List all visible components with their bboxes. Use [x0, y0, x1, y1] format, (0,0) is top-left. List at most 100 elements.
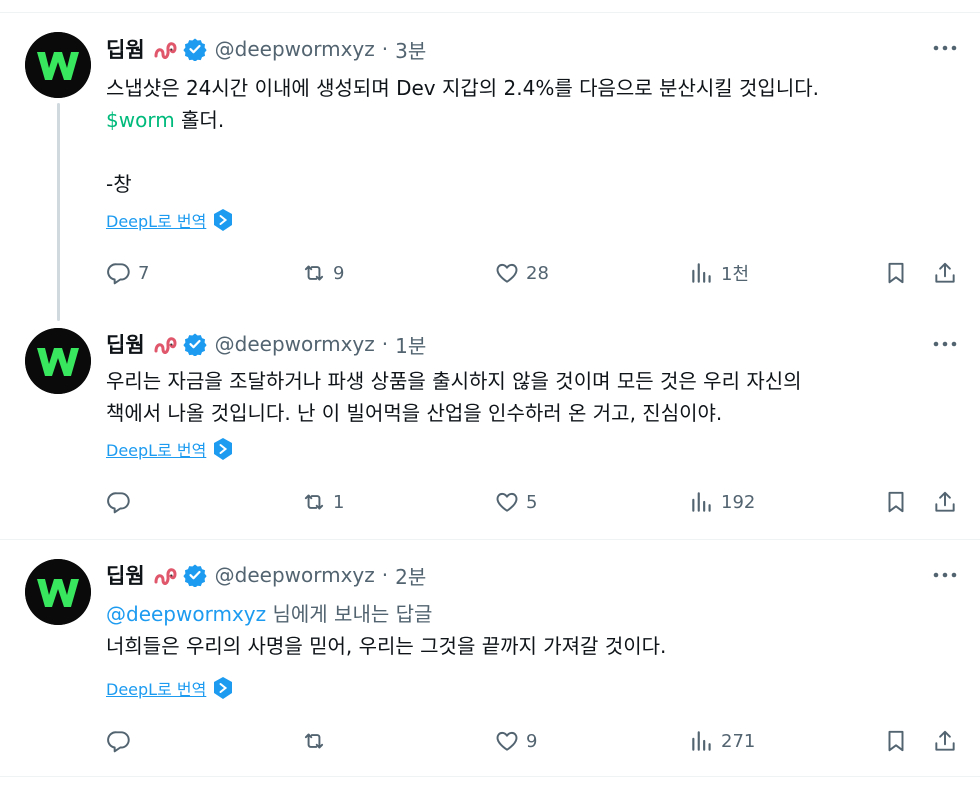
verified-badge-icon[interactable] [183, 37, 207, 61]
tweet-actions: 7 9 28 1천 [106, 259, 966, 287]
view-count: 192 [721, 491, 756, 513]
like-count: 28 [526, 262, 549, 284]
like-icon [496, 731, 518, 751]
retweet-count: 9 [333, 262, 345, 284]
retweet-count: 1 [333, 491, 345, 513]
retweet-icon [304, 733, 324, 749]
timestamp[interactable]: 3분 [395, 35, 426, 64]
view-count: 1천 [721, 264, 750, 285]
worm-emoji-icon [153, 36, 179, 62]
tweet-line: 우리는 자금을 조달하거나 파생 상품을 출시하지 않을 것이며 모든 것은 우… [106, 369, 802, 393]
mention-link[interactable]: @deepwormxyz [106, 602, 266, 626]
more-icon [933, 341, 957, 347]
share-icon [935, 730, 955, 751]
avatar[interactable] [25, 559, 91, 625]
divider [0, 539, 980, 540]
share-icon [935, 491, 955, 512]
views-button[interactable]: 271 [689, 727, 755, 755]
top-divider [0, 12, 980, 13]
reply-button[interactable] [106, 488, 138, 516]
reply-icon [107, 731, 130, 753]
display-name[interactable]: 딥웜 [106, 560, 145, 590]
more-icon [933, 572, 957, 578]
tweet-text: 우리는 자금을 조달하거나 파생 상품을 출시하지 않을 것이며 모든 것은 우… [106, 365, 966, 429]
tweet-header: 딥웜 @deepwormxyz · 2분 [106, 561, 426, 589]
tweet-text: @deepwormxyz 님에게 보내는 답글 너희들은 우리의 사명을 믿어,… [106, 598, 966, 662]
translate-label[interactable]: DeepL로 번역 [106, 676, 206, 700]
thread-connector [57, 103, 60, 321]
bookmark-icon [888, 730, 904, 752]
reply-count: 7 [138, 262, 150, 284]
tweet-line: 너희들은 우리의 사명을 믿어, 우리는 그것을 끝까지 가져갈 것이다. [106, 634, 667, 658]
reply-button[interactable] [106, 727, 138, 755]
like-button[interactable]: 5 [494, 488, 537, 516]
like-count: 9 [526, 730, 538, 752]
more-button[interactable] [930, 38, 960, 58]
reply-button[interactable]: 7 [106, 259, 149, 287]
display-name[interactable]: 딥웜 [106, 34, 145, 64]
avatar[interactable] [25, 32, 91, 98]
worm-logo-icon [25, 328, 91, 394]
tweet-actions: 9 271 [106, 727, 966, 755]
more-icon [933, 45, 957, 51]
more-button[interactable] [930, 565, 960, 585]
translate-link[interactable]: DeepL로 번역 [106, 207, 234, 233]
deepl-icon [212, 437, 234, 461]
reply-icon [107, 492, 130, 514]
like-button[interactable]: 28 [494, 259, 549, 287]
worm-emoji-icon [153, 331, 179, 357]
handle[interactable]: @deepwormxyz [215, 37, 375, 61]
worm-logo-icon [25, 559, 91, 625]
translate-link[interactable]: DeepL로 번역 [106, 436, 234, 462]
bookmark-icon [888, 262, 904, 284]
verified-badge-icon[interactable] [183, 563, 207, 587]
tweet-actions: 1 5 192 [106, 488, 966, 516]
like-count: 5 [526, 491, 538, 513]
retweet-button[interactable]: 9 [301, 259, 344, 287]
reply-context: @deepwormxyz 님에게 보내는 답글 [106, 598, 966, 630]
tweet-text: 스냅샷은 24시간 이내에 생성되며 Dev 지갑의 2.4%를 다음으로 분산… [106, 72, 966, 200]
deepl-icon [212, 208, 234, 232]
views-button[interactable]: 192 [689, 488, 755, 516]
more-button[interactable] [930, 334, 960, 354]
views-icon [692, 263, 711, 283]
divider [0, 776, 980, 777]
translate-label[interactable]: DeepL로 번역 [106, 208, 206, 232]
tweet-header: 딥웜 @deepwormxyz · 1분 [106, 330, 426, 358]
handle[interactable]: @deepwormxyz [215, 563, 375, 587]
deepl-icon [212, 676, 234, 700]
translate-link[interactable]: DeepL로 번역 [106, 675, 234, 701]
handle[interactable]: @deepwormxyz [215, 332, 375, 356]
verified-badge-icon[interactable] [183, 332, 207, 356]
like-button[interactable]: 9 [494, 727, 537, 755]
views-button[interactable]: 1천 [689, 259, 749, 287]
worm-logo-icon [25, 32, 91, 98]
share-button[interactable] [932, 727, 958, 755]
tweet-line: 책에서 나올 것입니다. 난 이 빌어먹을 산업을 인수하러 온 거고, 진심이… [106, 401, 723, 425]
avatar[interactable] [25, 328, 91, 394]
tweet-line: -창 [106, 172, 132, 196]
bookmark-button[interactable] [883, 727, 909, 755]
display-name[interactable]: 딥웜 [106, 329, 145, 359]
retweet-icon [304, 265, 324, 281]
tweet-line: 스냅샷은 24시간 이내에 생성되며 Dev 지갑의 2.4%를 다음으로 분산… [106, 76, 819, 100]
share-button[interactable] [932, 488, 958, 516]
like-icon [496, 263, 518, 283]
like-icon [496, 492, 518, 512]
tweet-header: 딥웜 @deepwormxyz · 3분 [106, 35, 426, 63]
worm-emoji-icon [153, 562, 179, 588]
timestamp[interactable]: 2분 [395, 561, 426, 590]
bookmark-button[interactable] [883, 259, 909, 287]
timestamp[interactable]: 1분 [395, 330, 426, 359]
bookmark-button[interactable] [883, 488, 909, 516]
views-icon [692, 731, 711, 751]
retweet-button[interactable]: 1 [301, 488, 344, 516]
retweet-icon [304, 494, 324, 510]
separator-dot: · [381, 332, 389, 356]
bookmark-icon [888, 491, 904, 513]
share-button[interactable] [932, 259, 958, 287]
translate-label[interactable]: DeepL로 번역 [106, 437, 206, 461]
retweet-button[interactable] [301, 727, 333, 755]
cashtag-link[interactable]: $worm [106, 108, 175, 132]
views-icon [692, 492, 711, 512]
